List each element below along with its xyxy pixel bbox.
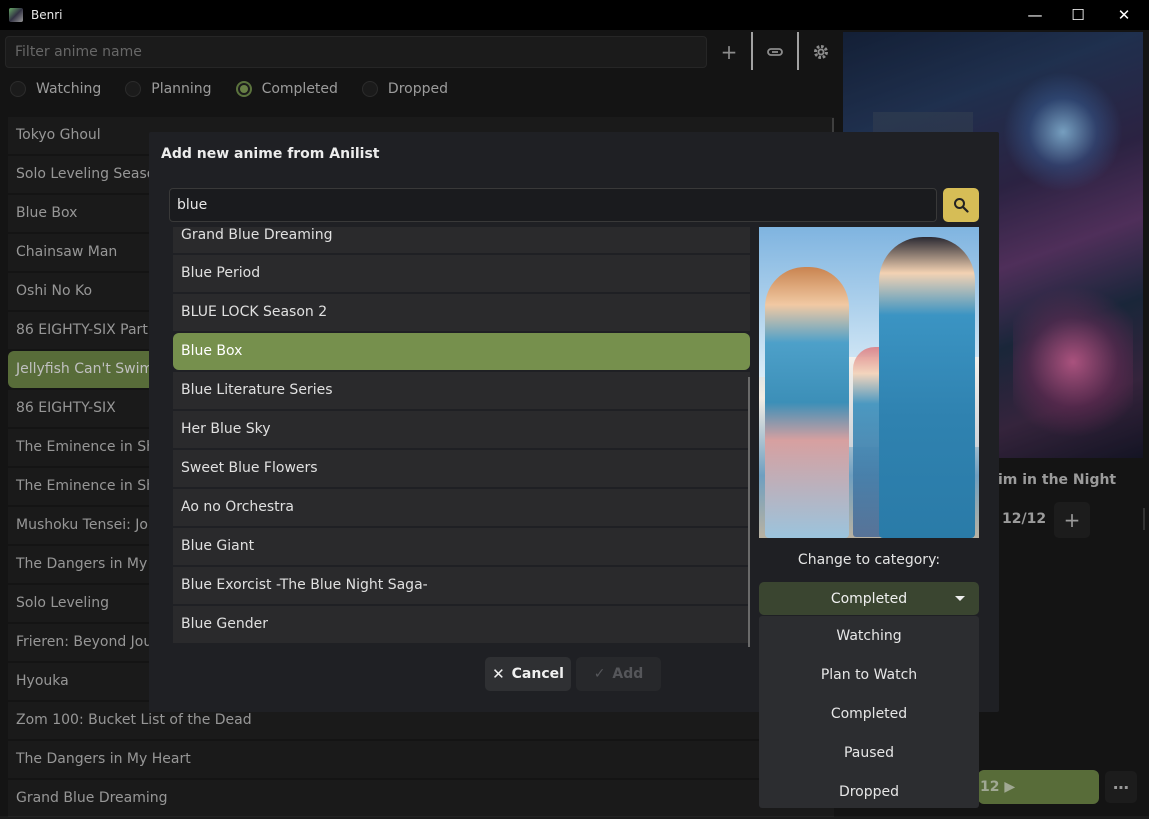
close-icon: ✕ xyxy=(492,665,505,683)
title-bar: Benri — ☐ ✕ xyxy=(0,0,1149,30)
window-title: Benri xyxy=(31,8,63,22)
search-results-list: Grand Blue Dreaming Blue Period BLUE LOCK … xyxy=(173,227,751,647)
category-label: Change to category: xyxy=(797,552,941,568)
search-button[interactable] xyxy=(943,188,979,222)
search-result-item[interactable]: Blue Exorcist -The Blue Night Saga- xyxy=(173,567,750,604)
search-result-item[interactable]: Blue Box xyxy=(173,333,750,370)
caret-down-icon xyxy=(955,596,965,601)
dropdown-option[interactable]: Completed xyxy=(759,694,979,733)
cancel-button[interactable]: ✕ Cancel xyxy=(485,657,571,691)
results-scrollbar[interactable] xyxy=(748,377,750,647)
dropdown-option[interactable]: Plan to Watch xyxy=(759,655,979,694)
search-result-item[interactable]: Blue Giant xyxy=(173,528,750,565)
search-result-item[interactable]: Ao no Orchestra xyxy=(173,489,750,526)
category-dropdown-menu: Watching Plan to Watch Completed Paused Drop… xyxy=(759,616,979,808)
search-result-item[interactable]: Blue Period xyxy=(173,255,750,292)
category-select-value: Completed xyxy=(830,590,908,607)
category-select[interactable]: Completed xyxy=(759,582,979,615)
app-icon xyxy=(9,8,23,22)
add-button[interactable]: ✓ Add xyxy=(576,657,661,691)
search-result-item[interactable]: BLUE LOCK Season 2 xyxy=(173,294,750,331)
minimize-button[interactable]: — xyxy=(1012,0,1058,30)
check-icon: ✓ xyxy=(593,666,606,682)
search-result-item[interactable]: Blue Literature Series xyxy=(173,372,750,409)
cancel-label: Cancel xyxy=(511,666,564,682)
maximize-button[interactable]: ☐ xyxy=(1055,0,1101,30)
dialog-title: Add new anime from Anilist xyxy=(161,146,380,162)
search-result-item[interactable]: Grand Blue Dreaming xyxy=(173,227,750,253)
dropdown-option[interactable]: Paused xyxy=(759,733,979,772)
dropdown-option[interactable]: Dropped xyxy=(759,772,979,811)
search-result-item[interactable]: Her Blue Sky xyxy=(173,411,750,448)
search-icon xyxy=(954,198,969,213)
anime-poster xyxy=(759,227,979,538)
anilist-search-input[interactable]: blue xyxy=(169,188,937,222)
dropdown-option[interactable]: Watching xyxy=(759,616,979,655)
add-label: Add xyxy=(612,666,644,682)
search-result-item[interactable]: Blue Gender xyxy=(173,606,750,643)
close-button[interactable]: ✕ xyxy=(1101,0,1147,30)
search-result-item[interactable]: Sweet Blue Flowers xyxy=(173,450,750,487)
